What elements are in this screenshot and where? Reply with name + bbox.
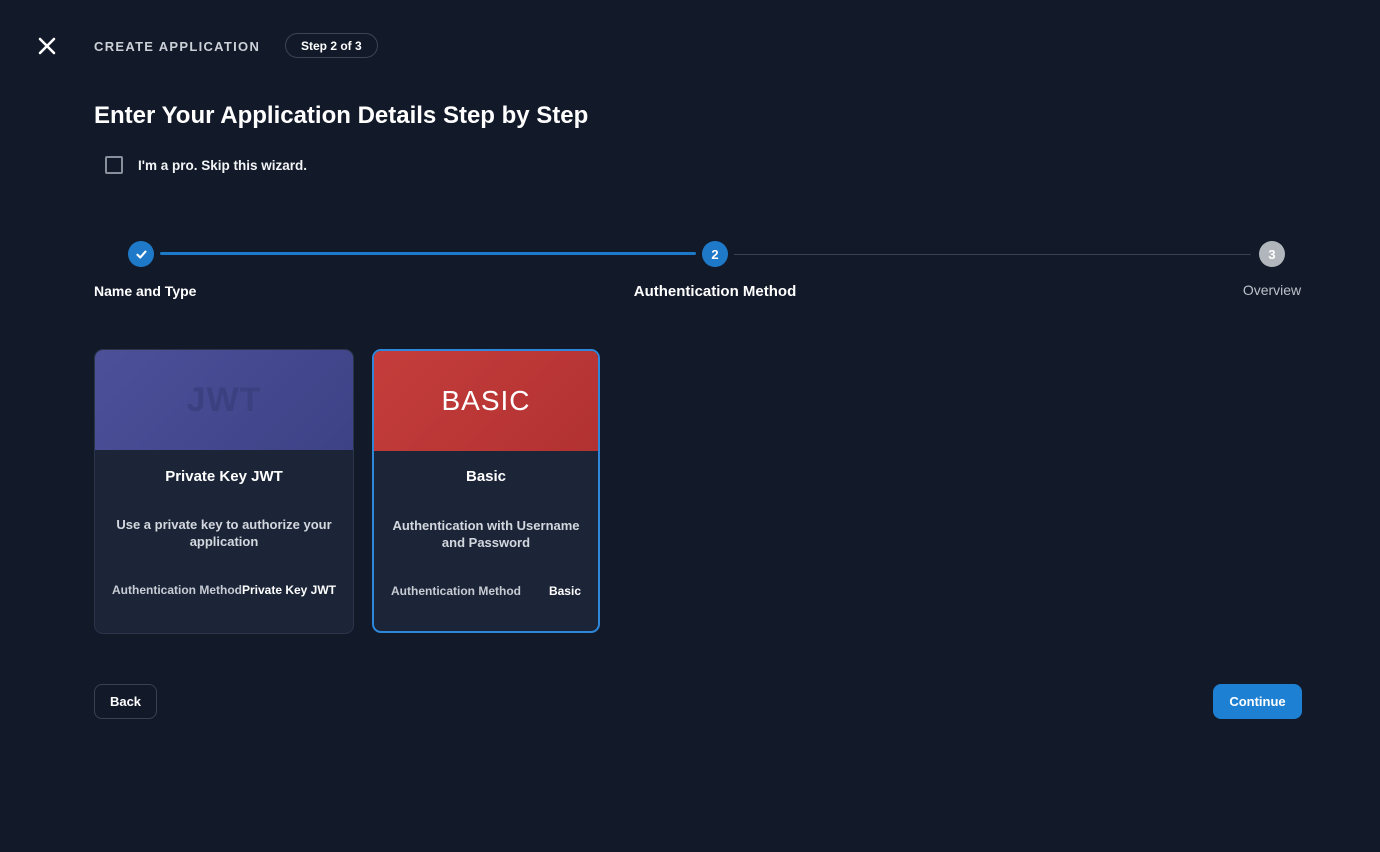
meta-value: Basic [549,584,581,598]
skip-wizard-checkbox[interactable] [105,156,123,174]
step-1-indicator [128,241,154,267]
step-2-label: Authentication Method [634,283,796,300]
step-2-indicator: 2 [702,241,728,267]
wizard-stepper: 2 3 Name and Type Authentication Method … [94,241,1302,305]
stepper-connector-completed [160,252,696,255]
continue-button[interactable]: Continue [1213,684,1302,719]
step-3-indicator: 3 [1259,241,1285,267]
card-title: Basic [374,468,598,485]
card-description: Authentication with Username and Passwor… [392,517,580,552]
auth-method-cards: JWT Private Key JWT Use a private key to… [94,349,600,634]
skip-wizard-row: I'm a pro. Skip this wizard. [105,156,307,174]
card-title: Private Key JWT [95,468,353,485]
check-icon [135,248,148,261]
modal-title: CREATE APPLICATION [94,39,260,54]
basic-card-banner: BASIC [374,351,598,451]
step-1-label: Name and Type [94,283,196,299]
close-icon [37,36,57,56]
banner-text: JWT [187,381,262,420]
auth-method-card-basic[interactable]: BASIC Basic Authentication with Username… [372,349,600,633]
meta-label: Authentication Method [391,584,521,598]
meta-label: Authentication Method [112,583,242,597]
step-3-label: Overview [1243,282,1301,298]
create-application-wizard: CREATE APPLICATION Step 2 of 3 Enter You… [0,0,1380,852]
banner-text: BASIC [441,385,530,417]
back-button[interactable]: Back [94,684,157,719]
jwt-card-banner: JWT [95,350,353,450]
close-button[interactable] [34,33,60,59]
auth-method-card-private-key-jwt[interactable]: JWT Private Key JWT Use a private key to… [94,349,354,634]
page-heading: Enter Your Application Details Step by S… [94,102,588,130]
stepper-connector-upcoming [734,254,1251,255]
meta-value: Private Key JWT [242,583,336,597]
card-meta-row: Authentication Method Basic [391,584,581,598]
skip-wizard-label[interactable]: I'm a pro. Skip this wizard. [138,158,307,173]
step-progress-badge: Step 2 of 3 [285,33,378,58]
step-3-number: 3 [1268,247,1275,262]
card-meta-row: Authentication Method Private Key JWT [112,583,336,597]
step-2-number: 2 [711,247,718,262]
card-description: Use a private key to authorize your appl… [113,516,335,551]
